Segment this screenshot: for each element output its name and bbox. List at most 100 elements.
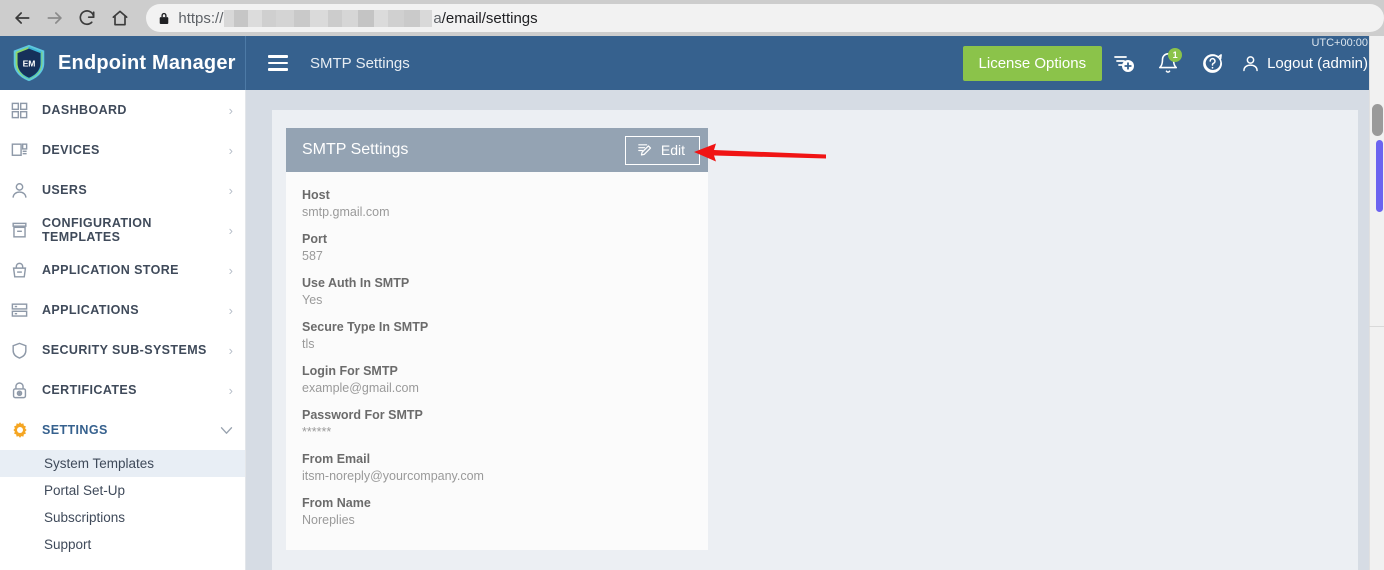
edit-pencil-icon: [638, 143, 651, 156]
sidebar-sublabel: Portal Set-Up: [44, 483, 126, 498]
devices-monitor-icon: [10, 141, 36, 160]
field-use-auth-in-smtp: Use Auth In SMTP Yes: [302, 276, 708, 307]
sidebar-label: CERTIFICATES: [42, 383, 137, 397]
field-label: From Email: [302, 452, 371, 466]
add-device-button[interactable]: [1102, 36, 1146, 90]
sidebar-item-users[interactable]: USERS ›: [0, 170, 245, 210]
settings-gear-icon: [10, 420, 36, 440]
help-button[interactable]: [1190, 36, 1234, 90]
sidebar-subitem-support[interactable]: Support: [0, 531, 245, 558]
add-device-icon: [1114, 56, 1135, 72]
application-store-basket-icon: [10, 261, 36, 280]
url-scheme: https://: [178, 9, 224, 27]
home-button[interactable]: [104, 1, 137, 35]
chevron-right-icon: ›: [228, 262, 233, 278]
page-title: SMTP Settings: [302, 141, 409, 158]
license-options-button[interactable]: License Options: [962, 45, 1103, 81]
certificates-lock-icon: [10, 381, 36, 400]
brand-title: Endpoint Manager: [58, 51, 236, 74]
sidebar-label: DASHBOARD: [42, 103, 127, 117]
user-logout-button[interactable]: Logout (admin) UTC+00:00: [1240, 37, 1374, 74]
field-value: example@gmail.com: [302, 381, 419, 395]
edit-button-label: Edit: [660, 142, 685, 158]
help-question-icon: [1202, 53, 1222, 73]
browser-toolbar: https:// a/email/settings: [0, 0, 1384, 36]
dashboard-grid-icon: [10, 101, 36, 120]
forward-arrow-icon: [47, 12, 62, 24]
sidebar-sublabel: System Templates: [44, 456, 155, 471]
field-from-name: From Name Noreplies: [302, 496, 708, 527]
applications-stack-icon: [10, 301, 36, 320]
field-value: smtp.gmail.com: [302, 205, 390, 219]
hamburger-line: [268, 55, 288, 58]
url-path: /email/settings: [441, 9, 538, 27]
chevron-right-icon: ›: [228, 342, 233, 358]
url-redacted-host: [224, 9, 433, 27]
chevron-right-icon: ›: [228, 102, 233, 118]
security-shield-icon: [10, 341, 36, 360]
hamburger-menu-icon[interactable]: [268, 55, 288, 71]
chevron-right-icon: ›: [228, 142, 233, 158]
sidebar-sublabel: Support: [44, 537, 92, 552]
notifications-button[interactable]: 1: [1146, 36, 1190, 90]
field-port: Port 587: [302, 232, 708, 263]
user-avatar-icon: [1243, 55, 1258, 71]
breadcrumb: SMTP Settings: [310, 54, 410, 72]
sidebar-item-application-store[interactable]: APPLICATION STORE ›: [0, 250, 245, 290]
url-host-tail: a: [433, 9, 442, 27]
main-content: SMTP Settings Edit Host smtp.gmail.com P…: [246, 90, 1384, 570]
sidebar-item-configuration-templates[interactable]: CONFIGURATION TEMPLATES ›: [0, 210, 245, 250]
chevron-down-icon: [220, 423, 233, 438]
sidebar-item-security-sub-systems[interactable]: SECURITY SUB-SYSTEMS ›: [0, 330, 245, 370]
endpoint-manager-shield-logo-icon: EM: [13, 44, 45, 82]
content-card: SMTP Settings Edit Host smtp.gmail.com P…: [272, 110, 1358, 570]
field-label: From Name: [302, 496, 371, 510]
smtp-settings-panel: SMTP Settings Edit Host smtp.gmail.com P…: [286, 128, 708, 550]
user-label: Logout (admin): [1267, 54, 1368, 72]
sidebar-label: DEVICES: [42, 143, 100, 157]
url-text: https:// a/email/settings: [178, 9, 538, 27]
field-label: Port: [302, 232, 327, 246]
field-login-for-smtp: Login For SMTP example@gmail.com: [302, 364, 708, 395]
sidebar-nav: DASHBOARD › DEVICES › USERS › CONFIGURAT…: [0, 90, 246, 570]
field-value: Yes: [302, 293, 323, 307]
scrollbar-divider: [1369, 326, 1384, 327]
app-header: EM Endpoint Manager SMTP Settings Licens…: [0, 36, 1384, 90]
sidebar-item-devices[interactable]: DEVICES ›: [0, 130, 245, 170]
field-from-email: From Email itsm-noreply@yourcompany.com: [302, 452, 708, 483]
sidebar-sublabel: Subscriptions: [44, 510, 126, 525]
configuration-box-icon: [10, 221, 36, 240]
forward-button[interactable]: [39, 1, 72, 35]
timezone-label: UTC+00:00: [1311, 36, 1368, 49]
field-value: tls: [302, 337, 315, 351]
logo-text: EM: [23, 58, 36, 68]
sidebar-label: SECURITY SUB-SYSTEMS: [42, 343, 207, 357]
sidebar-subitem-system-templates[interactable]: System Templates: [0, 450, 245, 477]
field-label: Password For SMTP: [302, 408, 423, 422]
field-label: Use Auth In SMTP: [302, 276, 410, 290]
sidebar-item-certificates[interactable]: CERTIFICATES ›: [0, 370, 245, 410]
sidebar-item-settings[interactable]: SETTINGS: [0, 410, 245, 450]
field-label: Host: [302, 188, 330, 202]
hamburger-line: [268, 61, 288, 65]
brand-area[interactable]: EM Endpoint Manager: [0, 36, 246, 90]
sidebar-label: CONFIGURATION TEMPLATES: [42, 216, 152, 244]
sidebar-item-dashboard[interactable]: DASHBOARD ›: [0, 90, 245, 130]
home-icon: [112, 10, 128, 26]
reload-button[interactable]: [71, 1, 104, 35]
address-bar[interactable]: https:// a/email/settings: [146, 4, 1384, 32]
sidebar-subitem-portal-set-up[interactable]: Portal Set-Up: [0, 477, 245, 504]
sidebar-subitem-subscriptions[interactable]: Subscriptions: [0, 504, 245, 531]
user-person-icon: [10, 181, 36, 200]
field-value: ******: [302, 425, 332, 439]
hamburger-line: [268, 68, 288, 71]
content-scrollbar-thumb[interactable]: [1376, 140, 1383, 212]
field-value: 587: [302, 249, 323, 263]
back-arrow-icon: [15, 12, 30, 24]
page-scrollbar-thumb[interactable]: [1372, 104, 1383, 136]
chevron-right-icon: ›: [228, 222, 233, 238]
back-button[interactable]: [6, 1, 39, 35]
field-label: Secure Type In SMTP: [302, 320, 429, 334]
sidebar-item-applications[interactable]: APPLICATIONS ›: [0, 290, 245, 330]
edit-button[interactable]: Edit: [624, 135, 700, 165]
